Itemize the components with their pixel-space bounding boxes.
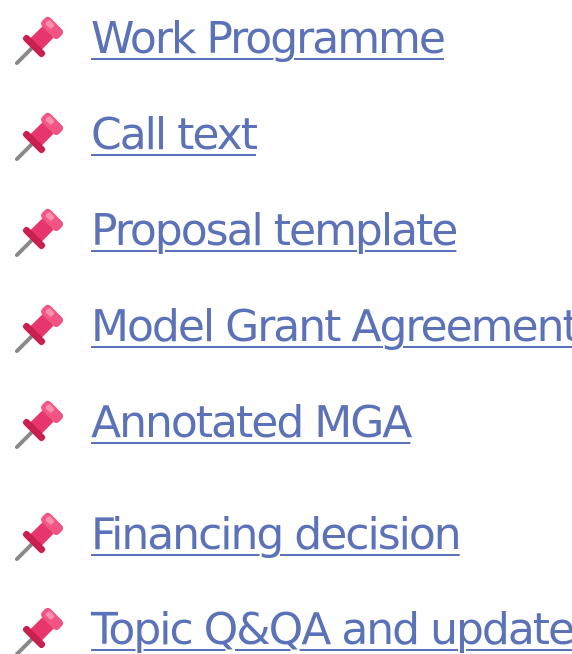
topic-qa-updates-link[interactable]: Topic Q&QA and updates: [91, 598, 572, 654]
list-item-work-programme: Work Programme: [0, 7, 572, 71]
list-item-proposal-template: Proposal template: [0, 199, 572, 263]
pushpin-icon: [11, 509, 69, 563]
list-item-topic-qa-updates: Topic Q&QA and updates: [0, 598, 572, 654]
resource-links-list: Work Programme Call text Proposal templa…: [0, 0, 572, 654]
pushpin-icon: [11, 13, 69, 67]
work-programme-link[interactable]: Work Programme: [91, 7, 446, 71]
list-item-financing-decision: Financing decision: [0, 503, 572, 567]
list-item-model-grant-agreement: Model Grant Agreement (: [0, 295, 572, 359]
proposal-template-link[interactable]: Proposal template: [91, 199, 458, 263]
pushpin-icon: [11, 205, 69, 259]
annotated-mga-link[interactable]: Annotated MGA: [91, 391, 412, 455]
pushpin-icon: [11, 397, 69, 451]
financing-decision-link[interactable]: Financing decision: [91, 503, 462, 567]
pushpin-icon: [11, 604, 69, 654]
pushpin-icon: [11, 109, 69, 163]
list-item-call-text: Call text: [0, 103, 572, 167]
model-grant-agreement-link[interactable]: Model Grant Agreement (: [91, 295, 572, 359]
pushpin-icon: [11, 301, 69, 355]
call-text-link[interactable]: Call text: [91, 103, 258, 167]
list-item-annotated-mga: Annotated MGA: [0, 391, 572, 455]
